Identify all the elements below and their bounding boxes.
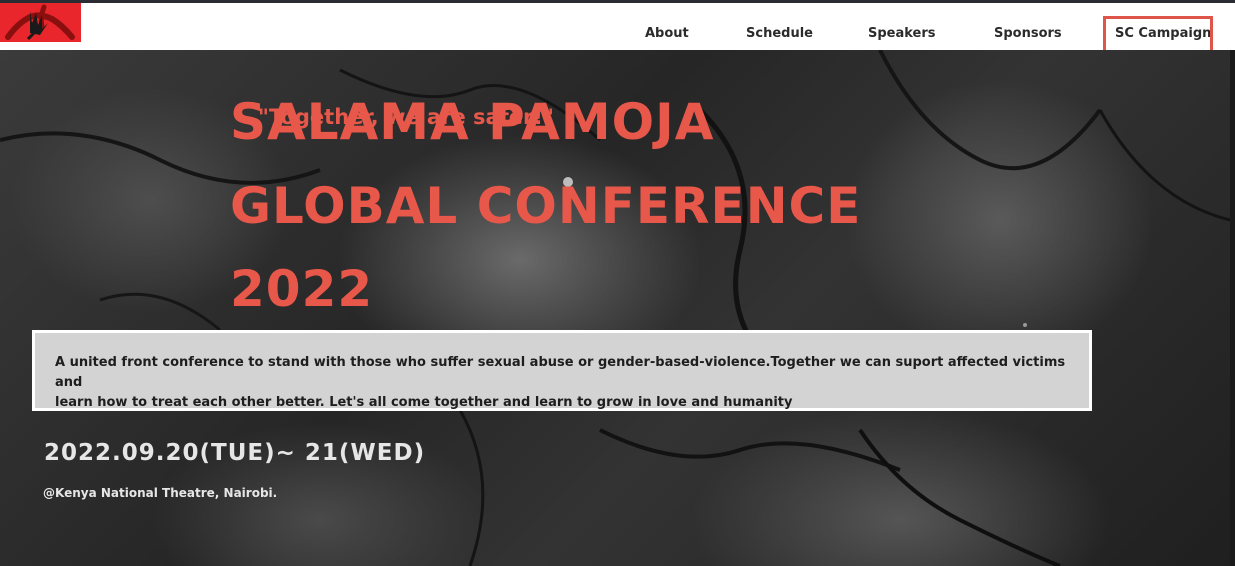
hero-section: "Together, we are safer!" SALAMA PAMOJA … — [0, 50, 1235, 566]
hero-title-line-2: GLOBAL CONFERENCE — [230, 177, 862, 235]
event-date: 2022.09.20(TUE)~ 21(WED) — [44, 440, 426, 466]
description-line-1: A united front conference to stand with … — [55, 355, 1066, 390]
nav-speakers[interactable]: Speakers — [868, 26, 936, 41]
nav-sponsors[interactable]: Sponsors — [994, 26, 1062, 41]
page: About Schedule Speakers Sponsors SC Camp… — [0, 0, 1235, 566]
red-hand-logo-icon[interactable] — [0, 3, 81, 42]
scrollbar[interactable] — [1230, 50, 1235, 566]
description-line-2: learn how to treat each other better. Le… — [55, 395, 793, 410]
nav-about[interactable]: About — [645, 26, 689, 41]
nav-schedule[interactable]: Schedule — [746, 26, 813, 41]
hero-title-line-1: SALAMA PAMOJA — [230, 93, 715, 151]
description-box: A united front conference to stand with … — [32, 330, 1092, 411]
event-venue: @Kenya National Theatre, Nairobi. — [43, 486, 278, 500]
hero-title-line-3: 2022 — [230, 260, 374, 318]
sc-campaign-highlight-box — [1103, 16, 1213, 54]
